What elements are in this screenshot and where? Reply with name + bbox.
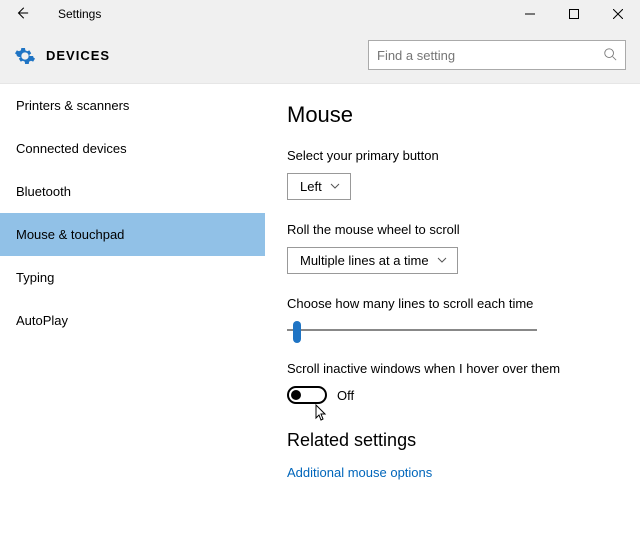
cursor-icon [315,404,329,425]
maximize-button[interactable] [552,0,596,28]
hover-scroll-state: Off [337,388,354,403]
header: DEVICES [0,28,640,84]
gear-icon [14,45,36,67]
search-icon [603,47,617,64]
primary-button-select[interactable]: Left [287,173,351,200]
window-title: Settings [58,7,101,21]
minimize-button[interactable] [508,0,552,28]
sidebar-item-printers[interactable]: Printers & scanners [0,84,265,127]
sidebar: Printers & scanners Connected devices Bl… [0,84,265,544]
lines-scroll-slider[interactable] [287,321,537,339]
slider-track [287,329,537,331]
search-input[interactable] [377,48,603,63]
section-heading: DEVICES [46,48,110,63]
wheel-scroll-label: Roll the mouse wheel to scroll [287,222,616,237]
slider-thumb[interactable] [293,321,301,343]
sidebar-item-connected-devices[interactable]: Connected devices [0,127,265,170]
back-button[interactable] [10,6,34,23]
sidebar-item-autoplay[interactable]: AutoPlay [0,299,265,342]
additional-mouse-options-link[interactable]: Additional mouse options [287,465,616,480]
sidebar-item-mouse-touchpad[interactable]: Mouse & touchpad [0,213,265,256]
search-box[interactable] [368,40,626,70]
primary-button-value: Left [300,179,322,194]
wheel-scroll-value: Multiple lines at a time [300,253,429,268]
main-content: Mouse Select your primary button Left Ro… [265,84,640,544]
close-button[interactable] [596,0,640,28]
primary-button-label: Select your primary button [287,148,616,163]
wheel-scroll-select[interactable]: Multiple lines at a time [287,247,458,274]
chevron-down-icon [437,255,447,266]
hover-scroll-label: Scroll inactive windows when I hover ove… [287,361,616,376]
hover-scroll-toggle[interactable] [287,386,327,404]
titlebar: Settings [0,0,640,28]
sidebar-item-bluetooth[interactable]: Bluetooth [0,170,265,213]
lines-scroll-label: Choose how many lines to scroll each tim… [287,296,616,311]
related-heading: Related settings [287,430,616,451]
sidebar-item-typing[interactable]: Typing [0,256,265,299]
chevron-down-icon [330,181,340,192]
page-title: Mouse [287,102,616,128]
toggle-knob [291,390,301,400]
